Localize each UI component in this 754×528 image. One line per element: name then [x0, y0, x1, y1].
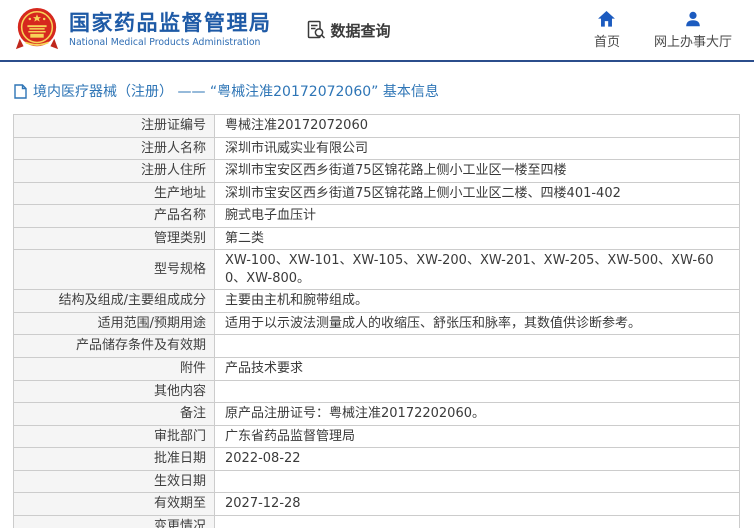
- row-label-cell: 适用范围/预期用途: [13, 311, 215, 336]
- table-row: 注册人住所 深圳市宝安区西乡街道75区锦花路上侧小工业区一楼至四楼: [13, 159, 740, 183]
- row-label: 备注: [179, 406, 206, 422]
- nav-home[interactable]: 首页: [593, 10, 620, 50]
- table-row: 适用范围/预期用途 适用于以示波法测量成人的收缩压、舒张压和脉率，其数值供诊断参考…: [13, 311, 740, 336]
- row-label-cell: 批准日期: [13, 447, 215, 471]
- registration-table-body: 注册证编号 粤械注准20172072060 注册人名称 深圳市讯威实业有限公司 注册人住…: [13, 114, 740, 528]
- row-label-cell: 审批部门: [13, 424, 215, 449]
- row-label-cell: 其他内容: [13, 379, 215, 404]
- row-value-cell: 深圳市讯威实业有限公司: [214, 136, 740, 161]
- header: 国家药品监督管理局 National Medical Products Admi…: [0, 0, 754, 60]
- row-label: 生效日期: [153, 473, 206, 489]
- top-nav: 首页 网上办事大厅: [593, 10, 732, 50]
- row-label-cell: 附件: [13, 357, 215, 381]
- row-label-cell: 型号规格: [13, 249, 215, 291]
- row-value-cell: [214, 514, 740, 528]
- page-title-bar: 境内医疗器械（注册） —— “粤械注准20172072060” 基本信息: [0, 62, 754, 114]
- registration-info-table: 注册证编号 粤械注准20172072060 注册人名称 深圳市讯威实业有限公司 注册人住…: [13, 114, 740, 528]
- row-value-cell: 广东省药品监督管理局: [214, 424, 740, 449]
- table-row: 备注 原产品注册证号：粤械注准20172202060。: [13, 402, 740, 426]
- table-row: 批准日期 2022-08-22: [13, 447, 740, 471]
- national-emblem-icon: [15, 7, 59, 50]
- table-row: 有效期至 2027-12-28: [13, 492, 740, 516]
- row-label-cell: 生产地址: [13, 181, 215, 206]
- row-label-cell: 生效日期: [13, 469, 215, 494]
- row-label-cell: 结构及组成/主要组成成分: [13, 289, 215, 313]
- nav-service-hall[interactable]: 网上办事大厅: [654, 11, 732, 50]
- nav-service-hall-label: 网上办事大厅: [653, 34, 732, 50]
- document-search-icon: [307, 20, 325, 39]
- row-value-cell: 适用于以示波法测量成人的收缩压、舒张压和脉率，其数值供诊断参考。: [214, 311, 740, 336]
- table-row: 型号规格 XW-100、XW-101、XW-105、XW-200、XW-201、X…: [13, 249, 740, 291]
- row-value-cell: [214, 379, 740, 404]
- table-row: 审批部门 广东省药品监督管理局: [13, 424, 740, 449]
- table-row: 管理类别 第二类: [13, 226, 740, 251]
- row-label-cell: 注册人名称: [13, 136, 215, 161]
- table-row: 附件 产品技术要求: [13, 357, 740, 381]
- table-row: 结构及组成/主要组成成分 主要由主机和腕带组成。: [13, 289, 740, 313]
- row-label-cell: 产品储存条件及有效期: [13, 334, 215, 359]
- table-row: 注册证编号 粤械注准20172072060: [13, 114, 740, 138]
- row-label: 其他内容: [153, 383, 206, 399]
- row-label-cell: 管理类别: [13, 226, 215, 251]
- row-value-cell: [214, 334, 740, 359]
- row-value-cell: 2027-12-28: [214, 492, 740, 516]
- row-value-cell: 主要由主机和腕带组成。: [214, 289, 740, 313]
- row-label: 生产地址: [153, 185, 206, 201]
- row-label: 注册人名称: [140, 140, 206, 156]
- row-label: 附件: [179, 361, 206, 377]
- row-label: 注册证编号: [140, 118, 206, 133]
- nav-home-label: 首页: [593, 34, 620, 50]
- row-value-cell: 深圳市宝安区西乡街道75区锦花路上侧小工业区二楼、四楼401-402: [214, 181, 740, 206]
- row-value-cell: 深圳市宝安区西乡街道75区锦花路上侧小工业区一楼至四楼: [214, 159, 740, 183]
- row-label: 审批部门: [153, 428, 206, 444]
- row-value-cell: 第二类: [214, 226, 740, 251]
- site-title-en: National Medical Products Administration: [69, 36, 261, 48]
- nmpa-logo[interactable]: 国家药品监督管理局 National Medical Products Admi…: [14, 6, 272, 54]
- row-label: 管理类别: [153, 230, 206, 246]
- page-title: 境内医疗器械（注册） —— “粤械注准20172072060” 基本信息: [33, 84, 439, 100]
- row-value-cell: XW-100、XW-101、XW-105、XW-200、XW-201、XW-20…: [214, 249, 740, 291]
- data-query-button[interactable]: 数据查询: [306, 20, 391, 41]
- row-label-cell: 有效期至: [13, 492, 215, 516]
- row-value-cell: 产品技术要求: [214, 357, 740, 381]
- table-row: 产品储存条件及有效期: [13, 334, 740, 359]
- data-query-label: 数据查询: [330, 21, 391, 40]
- row-label: 适用范围/预期用途: [97, 315, 206, 331]
- row-label: 注册人住所: [140, 163, 206, 179]
- home-icon: [598, 10, 616, 27]
- table-row: 其他内容: [13, 379, 740, 404]
- row-value-cell: [214, 469, 740, 494]
- table-row: 生产地址 深圳市宝安区西乡街道75区锦花路上侧小工业区二楼、四楼401-402: [13, 181, 740, 206]
- table-row: 生效日期: [13, 469, 740, 494]
- site-title: 国家药品监督管理局: [69, 10, 272, 35]
- table-row: 产品名称 腕式电子血压计: [13, 204, 740, 228]
- row-value-cell: 原产品注册证号：粤械注准20172202060。: [214, 402, 740, 426]
- row-label-cell: 变更情况: [13, 514, 215, 528]
- user-icon: [686, 11, 700, 26]
- row-label-cell: 备注: [13, 402, 215, 426]
- row-label: 型号规格: [153, 262, 206, 278]
- row-label: 产品名称: [153, 208, 206, 224]
- row-value-cell: 2022-08-22: [214, 447, 740, 471]
- table-row: 变更情况: [13, 514, 740, 528]
- row-label: 变更情况: [153, 518, 206, 528]
- row-label-cell: 注册证编号: [13, 114, 215, 138]
- document-icon: [14, 83, 27, 99]
- row-label: 结构及组成/主要组成成分: [58, 293, 206, 309]
- row-label-cell: 注册人住所: [13, 159, 215, 183]
- row-label: 批准日期: [153, 451, 206, 467]
- row-label: 有效期至: [153, 496, 206, 512]
- row-label-cell: 产品名称: [13, 204, 215, 228]
- table-row: 注册人名称 深圳市讯威实业有限公司: [13, 136, 740, 161]
- row-value-cell: 粤械注准20172072060: [214, 114, 740, 138]
- row-value-cell: 腕式电子血压计: [214, 204, 740, 228]
- row-label: 产品储存条件及有效期: [75, 338, 206, 354]
